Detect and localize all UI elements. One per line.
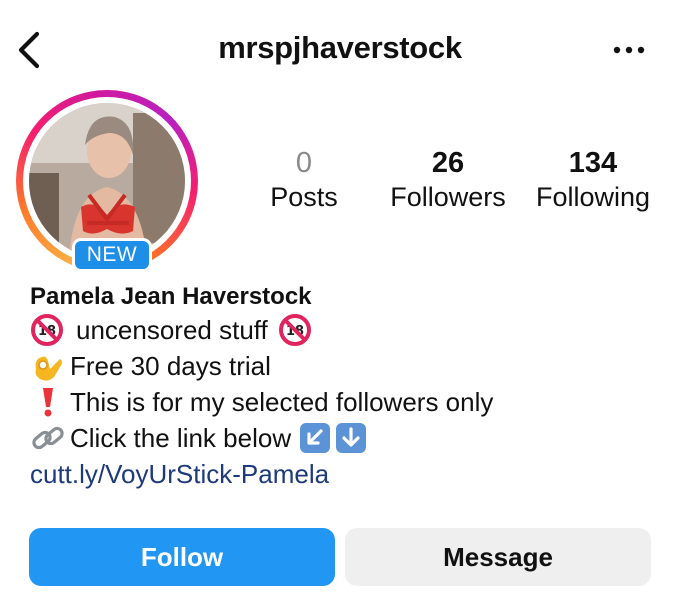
- bio-text: This is for my selected followers only: [70, 387, 494, 417]
- followers-count: 26: [431, 147, 465, 179]
- bio-line: This is for my selected followers only: [30, 384, 660, 420]
- following-count: 134: [568, 147, 618, 179]
- avatar-photo: [29, 103, 185, 259]
- bio-line: 18 uncensored stuff 18: [30, 312, 660, 348]
- exclamation-icon: [43, 388, 53, 417]
- profile-bio: Pamela Jean Haverstock 18 uncensored stu…: [30, 282, 660, 492]
- bio-line: Free 30 days trial: [30, 348, 660, 384]
- followers-label: Followers: [390, 182, 506, 212]
- message-button[interactable]: Message: [345, 528, 651, 586]
- ok-hand-icon: [35, 356, 62, 381]
- follow-button[interactable]: Follow: [29, 528, 335, 586]
- bio-line: Click the link below: [30, 420, 660, 456]
- more-options-button[interactable]: [606, 30, 652, 70]
- following-stat[interactable]: 134 Following: [528, 146, 658, 214]
- followers-stat[interactable]: 26 Followers: [382, 146, 514, 214]
- bio-text: uncensored stuff: [76, 315, 268, 345]
- following-label: Following: [535, 182, 651, 212]
- profile-username: mrspjhaverstock: [218, 30, 462, 65]
- profile-avatar[interactable]: NEW: [16, 90, 198, 272]
- profile-header: mrspjhaverstock: [0, 0, 680, 100]
- posts-count: 0: [295, 147, 313, 179]
- bio-text: Click the link below: [70, 423, 292, 453]
- arrow-down-icon: [336, 423, 367, 453]
- posts-label: Posts: [270, 182, 338, 212]
- new-badge: NEW: [72, 238, 152, 272]
- bio-text: Free 30 days trial: [70, 351, 271, 381]
- link-icon: [32, 426, 64, 450]
- arrow-down-left-icon: [300, 423, 331, 453]
- profile-full-name: Pamela Jean Haverstock: [30, 283, 312, 310]
- no-under-18-icon: 18: [31, 314, 63, 346]
- more-horizontal-icon: [613, 46, 645, 54]
- no-under-18-icon: 18: [278, 314, 311, 346]
- posts-stat[interactable]: 0 Posts: [252, 146, 356, 214]
- bio-link[interactable]: cutt.ly/VoyUrStick-Pamela: [30, 456, 660, 492]
